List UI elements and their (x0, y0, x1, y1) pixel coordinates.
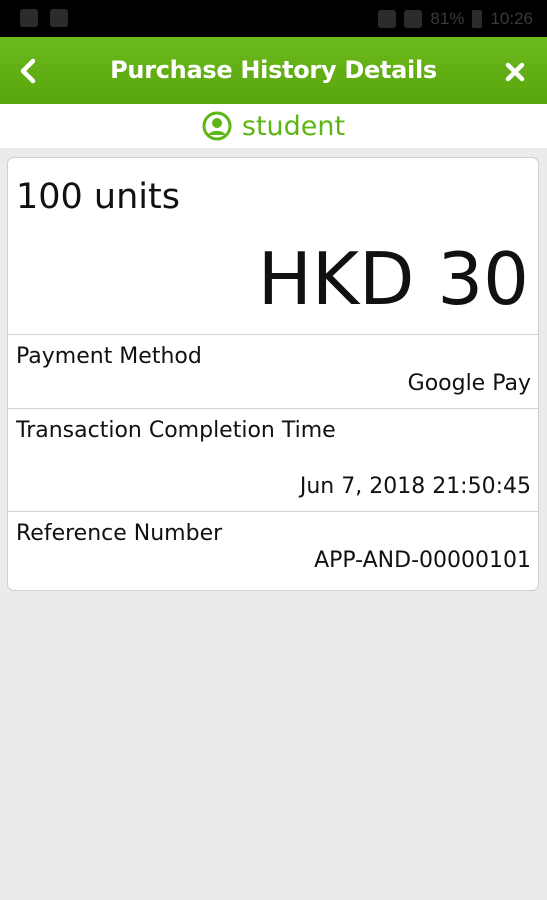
detail-label: Payment Method (16, 344, 202, 369)
battery-icon (472, 10, 483, 28)
status-bar: 81% 10:26 (0, 0, 547, 37)
user-circle-icon (202, 111, 232, 141)
battery-percent: 81% (430, 9, 465, 28)
amount-value: HKD 30 (257, 237, 529, 321)
clock: 10:26 (490, 9, 533, 28)
notification-icon (20, 9, 38, 27)
units-label: 100 units (16, 177, 180, 217)
user-name: student (241, 110, 346, 142)
detail-row-transaction-time: Transaction Completion Time Jun 7, 2018 … (8, 408, 538, 512)
sync-icon (50, 9, 68, 27)
close-button[interactable] (497, 53, 533, 91)
user-bar: student (0, 104, 547, 148)
page-title: Purchase History Details (110, 56, 437, 84)
purchase-summary-section: 100 units HKD 30 (8, 158, 538, 335)
status-icons-left (20, 9, 68, 27)
close-icon (505, 62, 525, 82)
purchase-details-card: 100 units HKD 30 Payment Method Google P… (7, 157, 539, 591)
status-icons-right: 81% 10:26 (378, 9, 533, 29)
app-bar: Purchase History Details (0, 37, 547, 104)
detail-row-payment-method: Payment Method Google Pay (8, 334, 538, 409)
detail-value: Google Pay (407, 371, 531, 396)
wifi-icon (378, 10, 397, 28)
signal-icon (404, 10, 423, 28)
detail-row-reference-number: Reference Number APP-AND-00000101 (8, 511, 538, 590)
detail-label: Transaction Completion Time (16, 418, 336, 443)
detail-label: Reference Number (16, 521, 223, 546)
detail-value: Jun 7, 2018 21:50:45 (299, 474, 531, 499)
detail-value: APP-AND-00000101 (314, 548, 531, 573)
